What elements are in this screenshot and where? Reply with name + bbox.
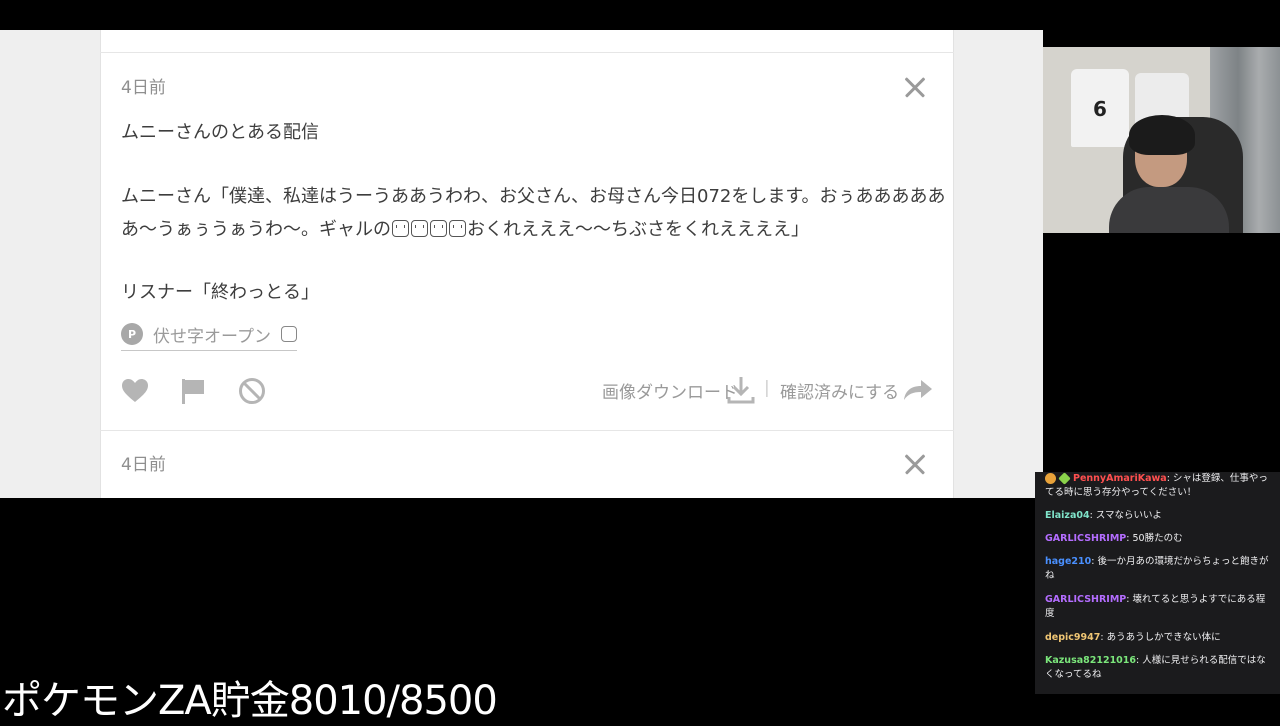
chat-username[interactable]: Kazusa82121016 — [1045, 655, 1136, 666]
gem-badge-icon — [1058, 472, 1071, 485]
savings-goal-overlay: ポケモンZA貯金8010/8500 — [2, 678, 498, 724]
card-text-line-2b: おくれえええ〜〜ちぶさをくれええええ」 — [467, 219, 809, 240]
card-text-line-3: リスナー「終わっとる」 — [121, 282, 319, 303]
chat-username[interactable]: GARLICSHRIMP — [1045, 533, 1126, 544]
emoji-icon — [449, 220, 466, 237]
download-icon[interactable] — [727, 375, 755, 405]
share-arrow-icon[interactable] — [903, 378, 933, 402]
webcam-feed: 6 — [1043, 47, 1280, 233]
chat-message: Kazusa82121016: 人様に見せられる配信ではなくなってるね — [1045, 654, 1273, 682]
jersey-number: 6 — [1093, 97, 1107, 121]
browser-capture: 4日前 ムニーさんのとある配信 ムニーさん「僕達、私達はうーうああうわわ、お父さ… — [0, 30, 1043, 498]
card-timestamp: 4日前 — [121, 78, 166, 98]
chat-username[interactable]: depic9947 — [1045, 632, 1100, 643]
chat-username[interactable]: GARLICSHRIMP — [1045, 594, 1126, 605]
chat-username[interactable]: hage210 — [1045, 556, 1091, 567]
mark-confirmed-link[interactable]: 確認済みにする — [780, 378, 899, 403]
streamer-hair — [1129, 115, 1195, 155]
chat-username[interactable]: Elaiza04 — [1045, 510, 1090, 521]
emoji-icon — [411, 220, 428, 237]
chat-message: GARLICSHRIMP: 50勝たのむ — [1045, 532, 1273, 546]
chat-message: Elaiza04: スマならいいよ — [1045, 509, 1273, 523]
chat-text: : スマならいいよ — [1089, 510, 1162, 521]
card-text-line-2: あ〜うぁぅうぁうわ〜。ギャルの おくれえええ〜〜ちぶさをくれええええ」 — [121, 215, 809, 241]
close-icon[interactable] — [904, 453, 926, 475]
chat-text: : 50勝たのむ — [1126, 533, 1183, 544]
emoji-icon — [392, 220, 409, 237]
chat-message: depic9947: あうあうしかできない体に — [1045, 631, 1273, 645]
p-badge-icon: P — [121, 323, 143, 345]
spoiler-open-link[interactable]: P 伏せ字オープン — [121, 320, 297, 351]
streamer-body — [1109, 187, 1229, 233]
action-separator: | — [764, 378, 770, 398]
card-text-line-1: ムニーさん「僕達、私達はうーうああうわわ、お父さん、お母さん今日072をします。… — [121, 186, 946, 207]
jersey: 6 — [1071, 69, 1129, 147]
emoji-icon — [280, 326, 297, 342]
image-download-link[interactable]: 画像ダウンロード — [602, 378, 738, 403]
chat-message: GARLICSHRIMP: 壊れてると思うよすでにある程度 — [1045, 593, 1273, 621]
feed-column — [100, 30, 954, 498]
emoji-icon — [430, 220, 447, 237]
card-text-line-2a: あ〜うぁぅうぁうわ〜。ギャルの — [121, 219, 391, 240]
chat-panel: PennyAmariKawa: シャは登録、仕事やってる時に思う存分やってくださ… — [1035, 472, 1280, 694]
chat-message: PennyAmariKawa: シャは登録、仕事やってる時に思う存分やってくださ… — [1045, 472, 1273, 500]
card-divider — [100, 52, 954, 53]
badge-icon — [1045, 473, 1056, 484]
block-icon[interactable] — [238, 377, 266, 405]
card-divider — [100, 430, 954, 431]
card-timestamp: 4日前 — [121, 455, 166, 475]
user-badges — [1045, 472, 1071, 485]
chat-text: : あうあうしかできない体に — [1100, 632, 1221, 643]
chat-username[interactable]: PennyAmariKawa — [1073, 473, 1167, 484]
chat-message: hage210: 後一か月あの環境だからちょっと飽きがね — [1045, 555, 1273, 583]
flag-icon[interactable] — [180, 377, 206, 405]
close-icon[interactable] — [904, 76, 926, 98]
card-title: ムニーさんのとある配信 — [121, 122, 319, 143]
spoiler-open-label: 伏せ字オープン — [153, 326, 271, 347]
heart-icon[interactable] — [121, 378, 149, 404]
